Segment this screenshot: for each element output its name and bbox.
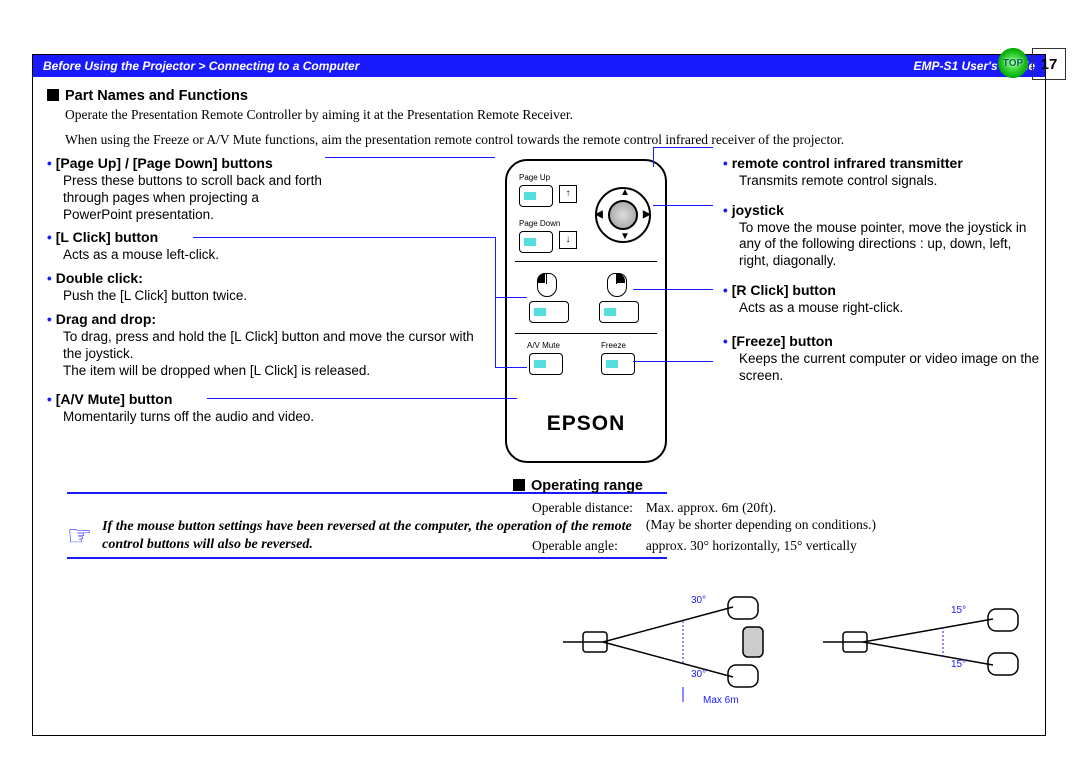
item-body: To move the mouse pointer, move the joys… — [739, 220, 1043, 271]
item-lclick: • [L Click] button Acts as a mouse left-c… — [47, 229, 487, 264]
item-title: Drag and drop: — [56, 311, 156, 327]
bullet-icon: • — [47, 271, 52, 286]
item-freeze: • [Freeze] button Keeps the current compu… — [723, 333, 1043, 385]
item-title: [A/V Mute] button — [56, 391, 173, 407]
op-distance-label: Operable distance: — [531, 499, 643, 535]
top-badge-label: TOP — [1003, 58, 1023, 69]
button-freeze — [601, 353, 635, 375]
bullet-icon: • — [723, 156, 728, 171]
leader-line — [495, 237, 496, 297]
range-figure: 30° 30° 15° 15° Max 6m — [543, 577, 1043, 697]
item-title: [R Click] button — [732, 282, 836, 298]
op-range-title: Operating range — [531, 478, 643, 494]
item-body: Keeps the current computer or video imag… — [739, 351, 1043, 385]
square-bullet-icon — [47, 89, 59, 101]
item-title: [Page Up] / [Page Down] buttons — [56, 155, 273, 171]
joystick-knob — [608, 200, 638, 230]
button-rclick — [599, 301, 639, 323]
right-column: • remote control infrared transmitter Tra… — [723, 155, 1043, 391]
bullet-icon: • — [723, 334, 728, 349]
item-av-mute: • [A/V Mute] button Momentarily turns off… — [47, 391, 487, 426]
op-angle-label: Operable angle: — [531, 537, 643, 556]
leader-line — [495, 367, 527, 368]
intro-line-2: When using the Freeze or A/V Mute functi… — [65, 132, 1031, 149]
bullet-icon: • — [47, 312, 52, 327]
angle-30-top: 30° — [691, 595, 706, 608]
bullet-icon: • — [47, 230, 52, 245]
leader-line — [633, 289, 713, 290]
bullet-icon: • — [47, 156, 52, 171]
left-column: • [Page Up] / [Page Down] buttons Press t… — [47, 155, 487, 432]
item-body: Acts as a mouse right-click. — [739, 300, 1043, 317]
bullet-icon: • — [723, 203, 728, 218]
header-bar: Before Using the Projector > Connecting … — [33, 55, 1045, 77]
op-distance-value: Max. approx. 6m (20ft). — [646, 500, 776, 515]
button-av-mute — [529, 353, 563, 375]
leader-line — [207, 398, 517, 399]
leader-line — [653, 147, 713, 148]
item-title: [Freeze] button — [732, 333, 833, 349]
joystick-ring: ▲ ▼ ◀ ▶ — [595, 187, 651, 243]
item-body: Acts as a mouse left-click. — [63, 247, 487, 264]
arrow-up-icon: ↑ — [559, 185, 577, 203]
button-page-down — [519, 231, 553, 253]
item-double-click: • Double click: Push the [L Click] button… — [47, 270, 487, 305]
leader-line — [193, 237, 495, 238]
leader-line — [495, 297, 496, 367]
item-body: Push the [L Click] button twice. — [63, 288, 487, 305]
item-joystick: • joystick To move the mouse pointer, mov… — [723, 202, 1043, 271]
leader-line — [325, 157, 495, 158]
item-title: remote control infrared transmitter — [732, 155, 963, 171]
page-number-value: 17 — [1041, 56, 1058, 73]
item-title: Double click: — [56, 270, 143, 286]
square-bullet-icon — [513, 479, 525, 491]
op-angle-value: approx. 30° horizontally, 15° vertically — [645, 537, 886, 556]
item-ir-transmitter: • remote control infrared transmitter Tra… — [723, 155, 1043, 190]
remote-body-outline: Page Up ↑ Page Down ↓ ▲ ▼ ◀ ▶ — [505, 159, 667, 463]
page-number: 17 — [1032, 48, 1066, 80]
item-body: Momentarily turns off the audio and vide… — [63, 409, 487, 426]
bullet-icon: • — [723, 283, 728, 298]
page-frame: Before Using the Projector > Connecting … — [32, 54, 1046, 736]
leader-line — [633, 361, 713, 362]
leader-line — [653, 147, 654, 167]
button-lclick — [529, 301, 569, 323]
item-body: To drag, press and hold the [L Click] bu… — [63, 329, 493, 380]
section-part-names: Part Names and Functions — [47, 87, 1031, 105]
top-badge[interactable]: TOP — [998, 48, 1028, 78]
item-title: joystick — [732, 202, 784, 218]
op-distance-note: (May be shorter depending on conditions.… — [646, 517, 876, 532]
range-svg — [543, 577, 1043, 707]
hand-icon: ☞ — [67, 518, 92, 553]
leader-line — [653, 205, 713, 206]
brand-label: EPSON — [507, 411, 665, 437]
section-operating-range: Operating range Operable distance: Max. … — [513, 477, 1043, 558]
label-freeze: Freeze — [601, 341, 626, 351]
item-drag-drop: •Drag and drop: To drag, press and hold … — [47, 311, 487, 380]
section-title: Part Names and Functions — [65, 88, 248, 104]
item-body: Press these buttons to scroll back and f… — [63, 173, 323, 224]
item-page-buttons: • [Page Up] / [Page Down] buttons Press t… — [47, 155, 487, 224]
item-body: Transmits remote control signals. — [739, 173, 1043, 190]
item-rclick: • [R Click] button Acts as a mouse right-… — [723, 282, 1043, 317]
arrow-down-icon: ↓ — [559, 231, 577, 249]
item-title: [L Click] button — [56, 229, 158, 245]
intro-line-1: Operate the Presentation Remote Controll… — [65, 107, 1031, 124]
remote-diagram: Page Up ↑ Page Down ↓ ▲ ▼ ◀ ▶ — [479, 157, 689, 465]
label-page-down: Page Down — [519, 219, 560, 229]
angle-30-bottom: 30° — [691, 669, 706, 682]
leader-line — [495, 297, 527, 298]
angle-15-bottom: 15° — [951, 659, 966, 672]
bullet-icon: • — [47, 392, 52, 407]
button-page-up — [519, 185, 553, 207]
label-page-up: Page Up — [519, 173, 550, 183]
label-av-mute: A/V Mute — [527, 341, 560, 351]
angle-15-top: 15° — [951, 605, 966, 618]
max-distance-label: Max 6m — [703, 695, 739, 708]
breadcrumb: Before Using the Projector > Connecting … — [43, 59, 359, 73]
